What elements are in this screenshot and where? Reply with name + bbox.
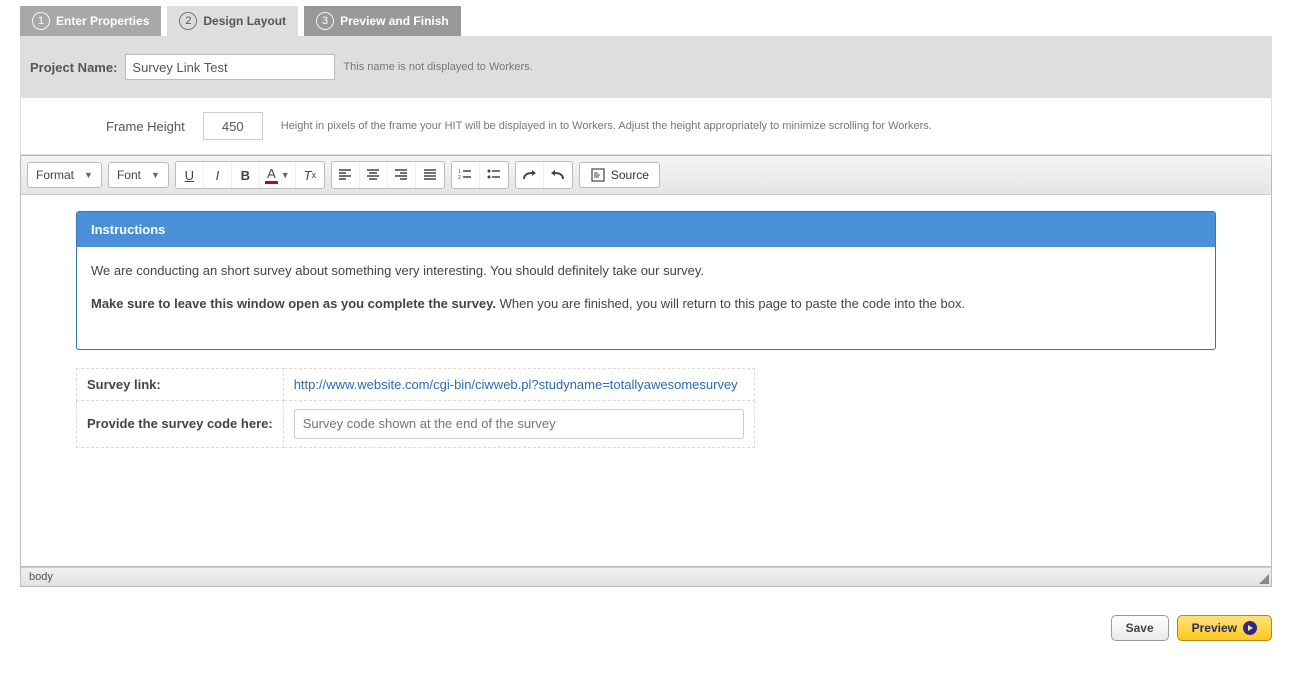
instructions-p2-rest: When you are finished, you will return t… bbox=[496, 296, 965, 311]
align-group bbox=[331, 161, 445, 189]
list-group: 12 bbox=[451, 161, 509, 189]
tab-label: Preview and Finish bbox=[340, 14, 449, 28]
step-number: 3 bbox=[316, 12, 334, 30]
clear-format-button[interactable]: Tx bbox=[296, 162, 324, 188]
align-center-button[interactable] bbox=[360, 162, 388, 188]
tab-enter-properties[interactable]: 1 Enter Properties bbox=[20, 6, 161, 36]
survey-link[interactable]: http://www.website.com/cgi-bin/ciwweb.pl… bbox=[294, 377, 738, 392]
step-number: 2 bbox=[179, 12, 197, 30]
survey-table: Survey link: http://www.website.com/cgi-… bbox=[76, 368, 755, 448]
bullet-list-button[interactable] bbox=[480, 162, 508, 188]
source-label: Source bbox=[611, 168, 649, 182]
align-right-icon bbox=[393, 167, 409, 183]
editor-toolbar: Format ▼ Font ▼ U I B A▼ Tx 12 bbox=[20, 155, 1272, 195]
source-icon bbox=[590, 167, 606, 183]
chevron-down-icon: ▼ bbox=[84, 170, 93, 180]
chevron-down-icon: ▼ bbox=[151, 170, 160, 180]
numbered-list-button[interactable]: 12 bbox=[452, 162, 480, 188]
frame-height-label: Frame Height bbox=[106, 119, 185, 134]
bullet-list-icon bbox=[486, 167, 502, 183]
underline-button[interactable]: U bbox=[176, 162, 204, 188]
save-label: Save bbox=[1126, 621, 1154, 635]
instructions-p2-bold: Make sure to leave this window open as y… bbox=[91, 296, 496, 311]
play-icon bbox=[1243, 621, 1257, 635]
table-row: Provide the survey code here: bbox=[77, 400, 755, 447]
resize-grip-icon[interactable] bbox=[1259, 574, 1269, 584]
align-right-button[interactable] bbox=[388, 162, 416, 188]
frame-height-hint: Height in pixels of the frame your HIT w… bbox=[281, 120, 932, 132]
instructions-title: Instructions bbox=[77, 212, 1215, 247]
font-dropdown[interactable]: Font ▼ bbox=[108, 162, 169, 188]
tab-preview-finish[interactable]: 3 Preview and Finish bbox=[304, 6, 461, 36]
elements-path[interactable]: body bbox=[29, 571, 53, 583]
instructions-p1: We are conducting an short survey about … bbox=[91, 261, 1201, 282]
survey-link-cell: http://www.website.com/cgi-bin/ciwweb.pl… bbox=[283, 368, 754, 400]
font-label: Font bbox=[117, 168, 141, 182]
frame-height-input[interactable] bbox=[203, 112, 263, 140]
project-name-label: Project Name: bbox=[30, 60, 117, 75]
elements-path-bar: body bbox=[20, 567, 1272, 587]
survey-code-label: Provide the survey code here: bbox=[77, 400, 284, 447]
align-center-icon bbox=[365, 167, 381, 183]
preview-button[interactable]: Preview bbox=[1177, 615, 1272, 641]
frame-height-bar: Frame Height Height in pixels of the fra… bbox=[20, 98, 1272, 155]
format-label: Format bbox=[36, 168, 74, 182]
align-left-button[interactable] bbox=[332, 162, 360, 188]
align-justify-icon bbox=[422, 167, 438, 183]
survey-code-cell bbox=[283, 400, 754, 447]
tab-label: Design Layout bbox=[203, 14, 286, 28]
align-left-icon bbox=[337, 167, 353, 183]
instructions-panel: Instructions We are conducting an short … bbox=[76, 211, 1216, 350]
wizard-tabs: 1 Enter Properties 2 Design Layout 3 Pre… bbox=[20, 6, 1272, 36]
footer-actions: Save Preview bbox=[20, 587, 1272, 641]
svg-text:2: 2 bbox=[458, 175, 461, 181]
text-color-button[interactable]: A▼ bbox=[260, 162, 296, 188]
undo-button[interactable] bbox=[544, 162, 572, 188]
project-name-input[interactable] bbox=[125, 54, 335, 80]
format-dropdown[interactable]: Format ▼ bbox=[27, 162, 102, 188]
source-button[interactable]: Source bbox=[579, 162, 660, 188]
tab-label: Enter Properties bbox=[56, 14, 149, 28]
project-name-hint: This name is not displayed to Workers. bbox=[343, 61, 532, 73]
preview-label: Preview bbox=[1192, 621, 1237, 635]
redo-button[interactable] bbox=[516, 162, 544, 188]
bold-button[interactable]: B bbox=[232, 162, 260, 188]
instructions-p2: Make sure to leave this window open as y… bbox=[91, 294, 1201, 315]
step-number: 1 bbox=[32, 12, 50, 30]
undo-redo-group bbox=[515, 161, 573, 189]
save-button[interactable]: Save bbox=[1111, 615, 1169, 641]
instructions-body: We are conducting an short survey about … bbox=[77, 247, 1215, 349]
survey-code-input[interactable] bbox=[294, 409, 744, 439]
survey-link-label: Survey link: bbox=[77, 368, 284, 400]
table-row: Survey link: http://www.website.com/cgi-… bbox=[77, 368, 755, 400]
align-justify-button[interactable] bbox=[416, 162, 444, 188]
redo-icon bbox=[521, 167, 537, 183]
undo-icon bbox=[550, 167, 566, 183]
tab-design-layout[interactable]: 2 Design Layout bbox=[167, 6, 298, 36]
text-style-group: U I B A▼ Tx bbox=[175, 161, 325, 189]
editor-canvas[interactable]: Instructions We are conducting an short … bbox=[20, 195, 1272, 567]
project-name-bar: Project Name: This name is not displayed… bbox=[20, 36, 1272, 98]
numbered-list-icon: 12 bbox=[457, 167, 473, 183]
italic-button[interactable]: I bbox=[204, 162, 232, 188]
